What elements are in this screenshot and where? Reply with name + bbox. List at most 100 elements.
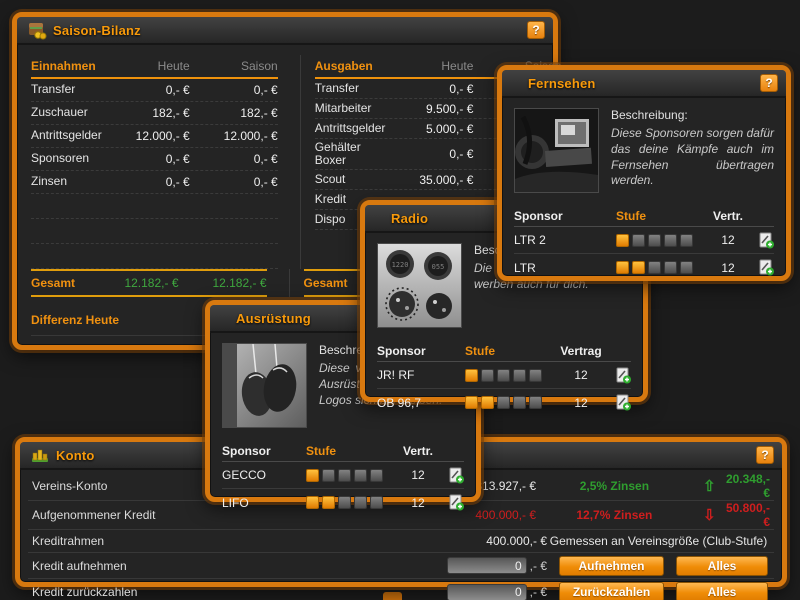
level-square-empty xyxy=(648,234,661,247)
level-square-empty xyxy=(648,261,661,274)
differenz-label: Differenz Heute xyxy=(31,313,119,327)
ausgaben-title: Ausgaben xyxy=(315,59,386,73)
level-square-empty xyxy=(529,369,542,382)
sponsor-row: OB 96,7 12 xyxy=(377,389,631,416)
einnahmen-title: Einnahmen xyxy=(31,59,102,73)
level-square-empty xyxy=(497,396,510,409)
col-heute: Heute xyxy=(102,59,190,73)
level-square-empty xyxy=(680,261,693,274)
sponsor-table: Sponsor Stufe Vertrag JR! RF 12 OB 96,7 … xyxy=(377,340,631,416)
einnahmen-table: Einnahmen Heute Saison Transfer0,- €0,- … xyxy=(31,55,278,269)
sponsor-table: Sponsor Stufe Vertr. LTR 2 12 LTR 12 xyxy=(514,205,774,281)
window-title: Fernsehen xyxy=(528,76,760,91)
konto-row-zurueckzahlen: Kredit zurückzahlen ,- € Zurückzahlen Al… xyxy=(28,579,774,600)
level-square-empty xyxy=(354,469,367,482)
einnahmen-header: Einnahmen Heute Saison xyxy=(31,55,278,79)
level-meter xyxy=(306,469,398,482)
level-square-empty xyxy=(481,369,494,382)
col-heute: Heute xyxy=(385,59,473,73)
level-square-filled xyxy=(306,496,319,509)
level-square-filled xyxy=(616,234,629,247)
saison-titlebar[interactable]: Saison-Bilanz ? xyxy=(17,17,553,45)
kredit-aufnehmen-input[interactable] xyxy=(447,557,527,574)
help-button[interactable]: ? xyxy=(756,446,774,464)
fernsehen-titlebar[interactable]: Fernsehen ? xyxy=(502,70,786,98)
level-meter xyxy=(465,369,557,382)
alles-zurueckzahlen-button[interactable]: Alles xyxy=(676,582,768,600)
alles-aufnehmen-button[interactable]: Alles xyxy=(676,556,768,576)
level-square-empty xyxy=(513,396,526,409)
level-square-filled xyxy=(616,261,629,274)
level-square-filled xyxy=(465,369,478,382)
sponsor-table-header: Sponsor Stufe Vertr. xyxy=(222,440,464,462)
level-square-empty xyxy=(497,369,510,382)
extend-contract-icon[interactable] xyxy=(615,394,631,411)
level-square-empty xyxy=(632,234,645,247)
zurueckzahlen-button[interactable]: Zurückzahlen xyxy=(559,582,664,600)
sponsor-row: LIFO 12 xyxy=(222,489,464,516)
table-row: Zuschauer182,- €182,- € xyxy=(31,102,278,125)
svg-text:1220: 1220 xyxy=(392,261,409,269)
level-square-empty xyxy=(338,496,351,509)
help-button[interactable]: ? xyxy=(527,21,545,39)
extend-contract-icon[interactable] xyxy=(758,259,774,276)
extend-contract-icon[interactable] xyxy=(448,467,464,484)
level-square-empty xyxy=(322,469,335,482)
empty-row xyxy=(31,219,278,244)
sponsor-row: LTR 12 xyxy=(514,254,774,281)
level-square-empty xyxy=(370,496,383,509)
level-square-empty xyxy=(513,369,526,382)
level-square-filled xyxy=(306,469,319,482)
trend-down-icon: ⇩ xyxy=(693,508,726,523)
window-fernsehen: Fernsehen ? Beschreibung: Diese Sponsore… xyxy=(497,65,791,281)
table-row: Antrittsgelder12.000,- €12.000,- € xyxy=(31,125,278,148)
level-square-empty xyxy=(664,234,677,247)
extend-contract-icon[interactable] xyxy=(448,494,464,511)
kredit-zurueckzahlen-input[interactable] xyxy=(447,584,527,600)
level-meter xyxy=(306,496,398,509)
level-square-filled xyxy=(465,396,478,409)
sponsor-table-header: Sponsor Stufe Vertr. xyxy=(514,205,774,227)
beschreibung-label: Beschreibung: xyxy=(611,108,774,122)
konto-row-kreditrahmen: Kreditrahmen 400.000,- € Gemessen an Ver… xyxy=(28,530,774,553)
sponsor-row: JR! RF 12 xyxy=(377,362,631,389)
extend-contract-icon[interactable] xyxy=(615,367,631,384)
level-square-filled xyxy=(632,261,645,274)
level-square-empty xyxy=(370,469,383,482)
radio-photo: 1220 055 xyxy=(377,243,462,328)
level-square-empty xyxy=(680,234,693,247)
einnahmen-gesamt-row: Gesamt 12.182,- € 12.182,- € xyxy=(31,269,267,297)
level-meter xyxy=(616,261,708,274)
empty-row xyxy=(31,244,278,269)
table-row: Transfer0,- €0,- € xyxy=(31,79,278,102)
help-button[interactable]: ? xyxy=(760,74,778,92)
sponsor-description: Diese Sponsoren sorgen dafür das deine K… xyxy=(611,126,774,189)
sponsor-row: LTR 2 12 xyxy=(514,227,774,254)
level-meter xyxy=(465,396,557,409)
table-row: Zinsen0,- €0,- € xyxy=(31,171,278,194)
extend-contract-icon[interactable] xyxy=(758,232,774,249)
sponsor-row: GECCO 12 xyxy=(222,462,464,489)
level-square-empty xyxy=(338,469,351,482)
level-square-empty xyxy=(529,396,542,409)
level-square-empty xyxy=(354,496,367,509)
level-square-empty xyxy=(664,261,677,274)
col-saison: Saison xyxy=(190,59,278,73)
level-square-filled xyxy=(481,396,494,409)
finance-wallet-icon xyxy=(27,20,47,40)
boxing-gloves-photo xyxy=(222,343,307,428)
desktop-background: Saison-Bilanz ? Einnahmen Heute Saison T… xyxy=(0,0,800,600)
empty-row xyxy=(31,194,278,219)
aufnehmen-button[interactable]: Aufnehmen xyxy=(559,556,664,576)
sponsor-table: Sponsor Stufe Vertr. GECCO 12 LIFO 12 xyxy=(222,440,464,516)
window-title: Saison-Bilanz xyxy=(53,23,527,38)
table-row: Sponsoren0,- €0,- € xyxy=(31,148,278,171)
svg-text:055: 055 xyxy=(432,263,445,271)
konto-row-aufnehmen: Kredit aufnehmen ,- € Aufnehmen Alles xyxy=(28,553,774,579)
level-square-filled xyxy=(322,496,335,509)
tv-camera-photo xyxy=(514,108,599,193)
sponsor-table-header: Sponsor Stufe Vertrag xyxy=(377,340,631,362)
bank-account-icon xyxy=(30,445,50,465)
trend-up-icon: ⇧ xyxy=(693,479,726,494)
level-meter xyxy=(616,234,708,247)
